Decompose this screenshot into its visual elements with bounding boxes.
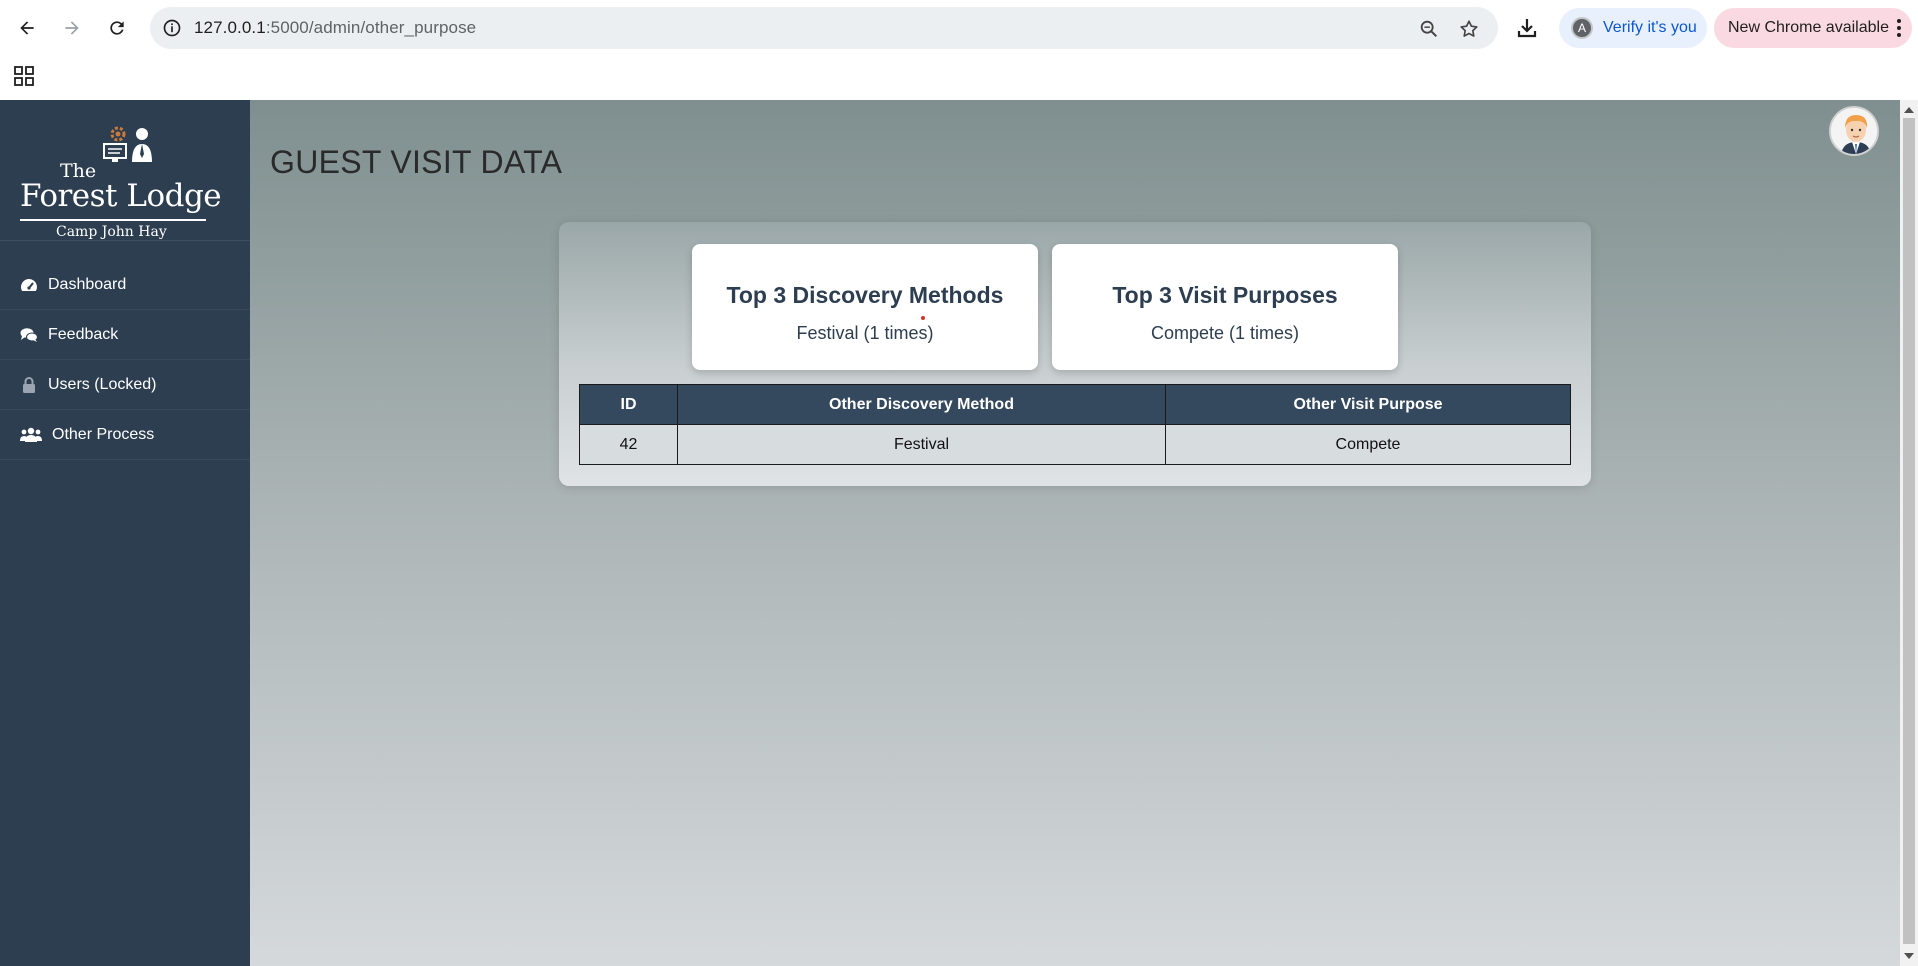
download-icon[interactable]	[1515, 16, 1539, 40]
page-scrollbar[interactable]	[1900, 100, 1918, 966]
sidebar-item-feedback[interactable]: Feedback	[0, 310, 250, 360]
sidebar-menu: Dashboard Feedback Users (Locked) Other …	[0, 260, 250, 460]
bookmarks-bar	[0, 56, 1918, 100]
back-button[interactable]	[9, 10, 45, 46]
user-avatar-icon	[1831, 108, 1877, 154]
table-row: 42 Festival Compete	[579, 424, 1571, 465]
cursor-dot	[921, 316, 925, 320]
more-vert-icon[interactable]	[1896, 18, 1902, 38]
apps-grid-icon[interactable]	[13, 65, 35, 87]
verify-identity-button[interactable]: A Verify it's you	[1559, 8, 1707, 48]
forward-button[interactable]	[54, 10, 90, 46]
card-title: Top 3 Discovery Methods	[726, 282, 1004, 308]
card-title: Top 3 Visit Purposes	[1112, 282, 1338, 308]
table-header-row: ID Other Discovery Method Other Visit Pu…	[579, 384, 1571, 425]
site-info-icon[interactable]	[162, 18, 182, 38]
scroll-down-arrow-icon[interactable]	[1904, 953, 1914, 959]
arrow-right-icon	[65, 21, 79, 35]
summary-panel: Top 3 Discovery Methods Festival (1 time…	[559, 222, 1591, 486]
sidebar-divider	[0, 240, 250, 241]
sidebar: The Forest Lodge Camp John Hay Dashboard…	[0, 100, 250, 966]
address-bar[interactable]: 127.0.0.1:5000/admin/other_purpose	[150, 7, 1498, 49]
main-content: GUEST VISIT DATA Top 3 Discovery Methods…	[250, 100, 1900, 966]
forest-lodge-logo[interactable]: The Forest Lodge Camp John Hay	[0, 118, 230, 240]
sidebar-item-label: Feedback	[48, 325, 119, 343]
update-label: New Chrome available	[1728, 19, 1889, 36]
sidebar-item-users-locked[interactable]: Users (Locked)	[0, 360, 250, 410]
arrow-left-icon	[20, 21, 34, 35]
page-title: GUEST VISIT DATA	[270, 144, 563, 180]
guest-visit-table: ID Other Discovery Method Other Visit Pu…	[579, 384, 1571, 465]
column-header-purpose: Other Visit Purpose	[1165, 384, 1571, 425]
page-viewport: The Forest Lodge Camp John Hay Dashboard…	[0, 100, 1918, 966]
verify-label: Verify it's you	[1603, 19, 1697, 36]
table-cell-discovery: Festival	[677, 424, 1166, 465]
profile-avatar-icon: A	[1571, 17, 1593, 39]
sidebar-item-label: Other Process	[52, 425, 155, 443]
logo-name-text: Forest Lodge	[20, 178, 222, 214]
url-text: 127.0.0.1:5000/admin/other_purpose	[194, 18, 477, 37]
speedometer-icon	[20, 277, 38, 293]
bookmark-star-icon[interactable]	[1458, 18, 1480, 40]
comments-icon	[20, 327, 38, 343]
update-chrome-button[interactable]: New Chrome available	[1714, 8, 1912, 48]
visit-purposes-card: Top 3 Visit Purposes Compete (1 times)	[1052, 244, 1398, 370]
reload-button[interactable]	[99, 10, 135, 46]
scroll-thumb[interactable]	[1903, 118, 1915, 944]
logo-subtitle-text: Camp John Hay	[56, 224, 167, 240]
sidebar-item-label: Dashboard	[48, 275, 127, 293]
card-value: Compete (1 times)	[1150, 323, 1300, 343]
column-header-discovery: Other Discovery Method	[677, 384, 1166, 425]
sidebar-item-dashboard[interactable]: Dashboard	[0, 260, 250, 310]
discovery-methods-card: Top 3 Discovery Methods Festival (1 time…	[692, 244, 1038, 370]
table-cell-id: 42	[579, 424, 678, 465]
sidebar-item-label: Users (Locked)	[48, 375, 157, 393]
user-avatar[interactable]	[1829, 106, 1879, 156]
users-icon	[20, 427, 42, 443]
table-cell-purpose: Compete	[1165, 424, 1571, 465]
column-header-id: ID	[579, 384, 678, 425]
reload-icon	[110, 21, 124, 35]
computer-person-icon	[103, 126, 152, 162]
sidebar-item-other-process[interactable]: Other Process	[0, 410, 250, 460]
lock-icon	[20, 376, 38, 393]
scroll-up-arrow-icon[interactable]	[1904, 107, 1914, 113]
browser-toolbar: 127.0.0.1:5000/admin/other_purpose A Ver…	[0, 0, 1918, 56]
card-value: Festival (1 times)	[796, 323, 934, 343]
zoom-icon[interactable]	[1418, 18, 1440, 40]
logo-underline	[20, 219, 206, 221]
